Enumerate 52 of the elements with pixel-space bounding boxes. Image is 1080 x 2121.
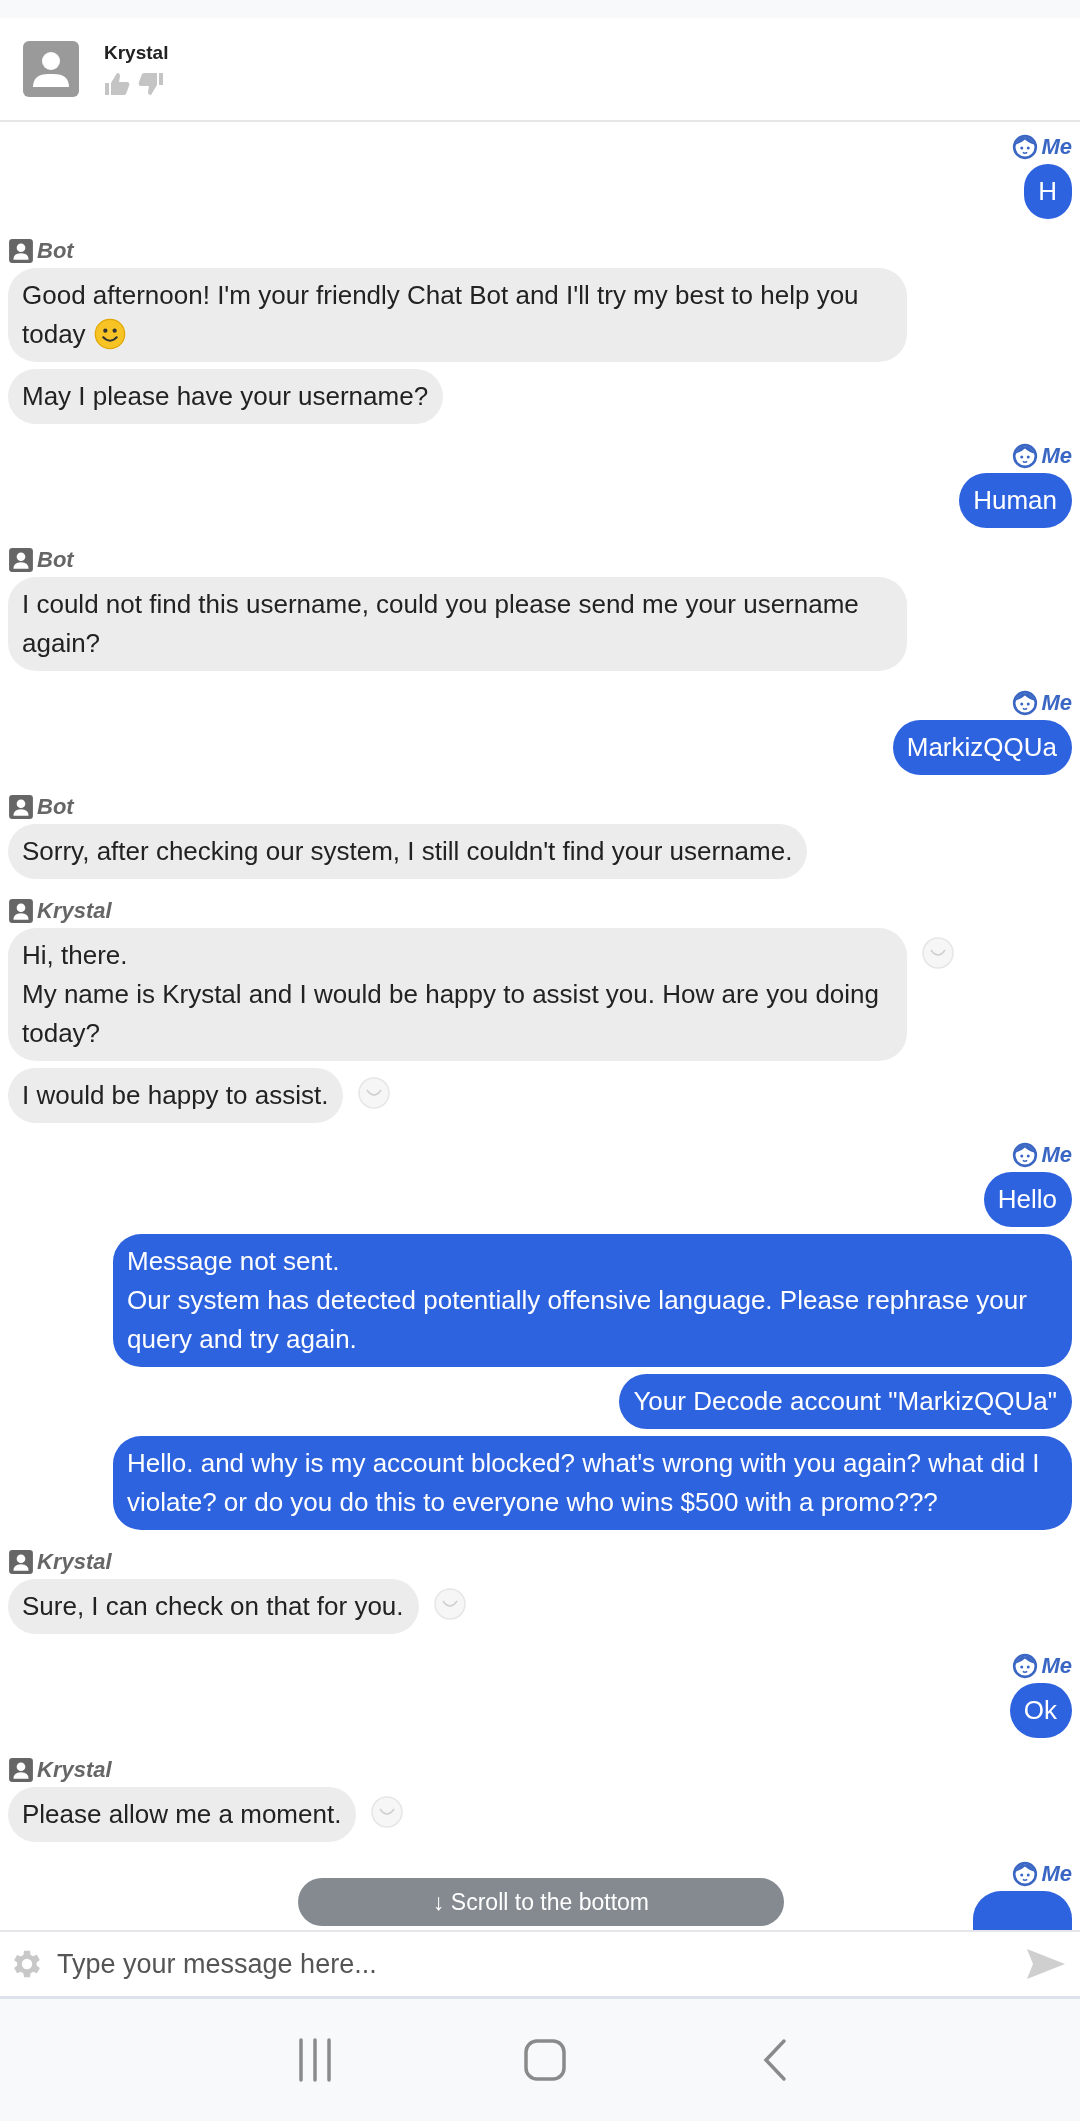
sender-name: Me — [1041, 1653, 1072, 1679]
chat-message: Hi, there. My name is Krystal and I would be happy to assist you. How are you doing today? — [8, 928, 907, 1061]
face-icon — [1012, 134, 1039, 160]
face-icon — [1012, 1861, 1039, 1887]
contact-icon — [8, 547, 34, 573]
sender-name: Me — [1041, 690, 1072, 716]
agent-name: Krystal — [104, 42, 169, 64]
smiley-icon[interactable] — [370, 1795, 405, 1829]
chat-message: Sorry, after checking our system, I still couldn't find your username. — [8, 824, 808, 879]
chat-message: I would be happy to assist. — [8, 1068, 344, 1123]
face-icon — [1012, 1653, 1039, 1679]
chat-message: Hello. and why is my account blocked? what's wrong with you again? what did I violate? or do you do this to everyone who wins $500 with a promo??? — [113, 1436, 1072, 1530]
face-icon — [1012, 443, 1039, 469]
thumbs-up-icon[interactable] — [104, 72, 130, 96]
message-input[interactable]: Type your message here... — [55, 1947, 1016, 1981]
smiley-icon[interactable] — [921, 936, 955, 970]
avatar-icon — [23, 41, 79, 97]
sender-name: Me — [1041, 134, 1072, 160]
chat-message: I could not find this username, could you please send me your username again? — [8, 577, 907, 671]
scroll-to-bottom-button[interactable]: ↓ Scroll to the bottom — [298, 1878, 784, 1926]
chat-message: Good afternoon! I'm your friendly Chat Bot and I'll try my best to help you today — [8, 268, 907, 362]
contact-icon — [8, 794, 34, 820]
thumbs-down-icon[interactable] — [138, 72, 164, 96]
sender-name: Bot — [37, 238, 74, 264]
contact-icon — [8, 898, 34, 924]
chat-message: May I please have your username? — [8, 369, 444, 424]
chat-message: Human — [959, 473, 1072, 528]
sender-name: Krystal — [37, 1549, 112, 1575]
sender-name: Me — [1041, 443, 1072, 469]
chat-message: Hello — [983, 1172, 1072, 1227]
home-icon[interactable] — [523, 2038, 567, 2082]
sender-name: Bot — [37, 794, 74, 820]
send-icon[interactable] — [1026, 1948, 1066, 1980]
chat-message: Sure, I can check on that for you. — [8, 1579, 419, 1634]
contact-icon — [8, 1549, 34, 1575]
face-icon — [1012, 690, 1039, 716]
sender-name: Krystal — [37, 898, 112, 924]
smiley-icon[interactable] — [432, 1587, 467, 1621]
contact-icon — [8, 1757, 34, 1783]
chat-message: H — [1024, 164, 1072, 219]
sender-name: Krystal — [37, 1757, 112, 1783]
chat-message: Message not sent. Our system has detected potentially offensive language. Please rephrase your query and try again. — [113, 1234, 1072, 1367]
chat-message: Please allow me a moment. — [8, 1787, 357, 1842]
contact-icon — [8, 238, 34, 264]
chat-message: Your Decode account "MarkizQQUa" — [619, 1374, 1072, 1429]
smiley-icon[interactable] — [357, 1076, 392, 1110]
sender-name: Me — [1041, 1142, 1072, 1168]
chat-message: Ok — [1009, 1683, 1072, 1738]
sender-name: Bot — [37, 547, 74, 573]
sender-name: Me — [1041, 1861, 1072, 1887]
face-icon — [1012, 1142, 1039, 1168]
chat-message: MarkizQQUa — [892, 720, 1072, 775]
